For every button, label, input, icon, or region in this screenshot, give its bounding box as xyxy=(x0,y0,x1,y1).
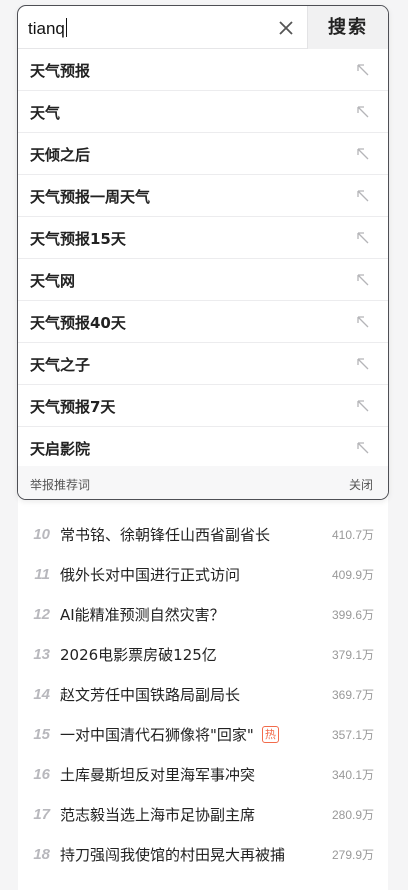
search-button[interactable]: 搜索 xyxy=(307,6,388,49)
search-query: tianq xyxy=(28,19,65,38)
hot-count: 410.7万 xyxy=(331,527,374,542)
hot-count: 280.9万 xyxy=(331,807,374,822)
hot-count: 369.7万 xyxy=(331,687,374,702)
fill-query-arrow-icon[interactable] xyxy=(356,231,370,245)
fill-query-arrow-icon[interactable] xyxy=(356,63,370,77)
fill-query-arrow-icon[interactable] xyxy=(356,357,370,371)
hot-count: 379.1万 xyxy=(331,647,374,662)
hot-list-item[interactable]: 16 土库曼斯坦反对里海军事冲突 340.1万 xyxy=(18,754,388,794)
suggestion-text: 天气网 xyxy=(30,272,76,290)
hot-list-item[interactable]: 12 AI能精准预测自然灾害？ 399.6万 xyxy=(18,594,388,634)
search-bar: tianq 搜索 xyxy=(18,6,388,49)
suggestion-item[interactable]: 天倾之后 xyxy=(18,133,388,175)
hot-list-item[interactable]: 13 2026电影票房破125亿 379.1万 xyxy=(18,634,388,674)
suggestion-item[interactable]: 天启影院 xyxy=(18,427,388,469)
hot-list-item[interactable]: 15 一对中国清代石狮像将"回家" 热 357.1万 xyxy=(18,714,388,754)
hot-rank: 11 xyxy=(34,565,50,583)
hot-title[interactable]: 常书铭、徐朝锋任山西省副省长 xyxy=(60,524,270,545)
hot-title[interactable]: 2026电影票房破125亿 xyxy=(60,644,217,665)
hot-rank: 13 xyxy=(33,645,50,663)
hot-list-item[interactable]: 14 赵文芳任中国铁路局副局长 369.7万 xyxy=(18,674,388,714)
hot-title[interactable]: AI能精准预测自然灾害？ xyxy=(60,604,225,625)
hot-list-item[interactable]: 11 俄外长对中国进行正式访问 409.9万 xyxy=(18,554,388,594)
suggestion-text: 天启影院 xyxy=(30,440,91,458)
suggestion-item[interactable]: 天气预报40天 xyxy=(18,301,388,343)
dropdown-footer: 举报推荐词 关闭 xyxy=(18,466,388,499)
hot-rank: 18 xyxy=(33,845,50,863)
hot-title[interactable]: 一对中国清代石狮像将"回家" xyxy=(60,724,254,745)
suggestion-item[interactable]: 天气预报 xyxy=(18,49,388,91)
hot-rank: 17 xyxy=(33,805,50,823)
hot-list-item[interactable]: 18 持刀强闯我使馆的村田晃大再被捕 279.9万 xyxy=(18,834,388,874)
clear-icon[interactable] xyxy=(275,17,297,39)
hot-rank: 12 xyxy=(33,605,50,623)
hot-rank: 15 xyxy=(33,725,50,743)
suggestion-item[interactable]: 天气之子 xyxy=(18,343,388,385)
fill-query-arrow-icon[interactable] xyxy=(356,147,370,161)
hot-list-item[interactable]: 10 常书铭、徐朝锋任山西省副省长 410.7万 xyxy=(18,514,388,554)
hot-search-list: 9 10 常书铭、徐朝锋任山西省副省长 410.7万 11 俄外长对中国进行正式… xyxy=(18,470,388,890)
suggestion-item[interactable]: 天气预报一周天气 xyxy=(18,175,388,217)
fill-query-arrow-icon[interactable] xyxy=(356,399,370,413)
search-suggestion-dropdown: tianq 搜索 天气预报 天气 天倾之后 天气预报一周天气 天气预报15天 天… xyxy=(17,5,389,500)
suggestion-text: 天气之子 xyxy=(30,356,91,374)
hot-count: 399.6万 xyxy=(331,607,374,622)
suggestion-item[interactable]: 天气网 xyxy=(18,259,388,301)
fill-query-arrow-icon[interactable] xyxy=(356,315,370,329)
hot-badge: 热 xyxy=(261,725,279,743)
hot-title[interactable]: 赵文芳任中国铁路局副局长 xyxy=(60,684,240,705)
hot-title[interactable]: 持刀强闯我使馆的村田晃大再被捕 xyxy=(60,844,285,865)
hot-count: 409.9万 xyxy=(331,567,374,582)
close-dropdown-link[interactable]: 关闭 xyxy=(349,476,373,493)
suggestion-item[interactable]: 天气预报7天 xyxy=(18,385,388,427)
fill-query-arrow-icon[interactable] xyxy=(356,105,370,119)
hot-count: 357.1万 xyxy=(331,727,374,742)
suggestion-item[interactable]: 天气 xyxy=(18,91,388,133)
fill-query-arrow-icon[interactable] xyxy=(356,189,370,203)
hot-title[interactable]: 土库曼斯坦反对里海军事冲突 xyxy=(60,764,255,785)
hot-list-item[interactable]: 17 范志毅当选上海市足协副主席 280.9万 xyxy=(18,794,388,834)
search-input[interactable]: tianq xyxy=(28,18,67,39)
hot-title[interactable]: 范志毅当选上海市足协副主席 xyxy=(60,804,255,825)
fill-query-arrow-icon[interactable] xyxy=(356,441,370,455)
suggestion-text: 天气预报 xyxy=(30,62,91,80)
suggestion-item[interactable]: 天气预报15天 xyxy=(18,217,388,259)
suggestion-text: 天气预报7天 xyxy=(30,398,116,416)
hot-rank: 14 xyxy=(33,685,50,703)
suggestion-text: 天倾之后 xyxy=(30,146,91,164)
fill-query-arrow-icon[interactable] xyxy=(356,273,370,287)
hot-rank: 16 xyxy=(33,765,50,783)
suggestion-text: 天气预报40天 xyxy=(30,314,126,332)
suggestion-text: 天气预报一周天气 xyxy=(30,188,151,206)
report-suggestions-link[interactable]: 举报推荐词 xyxy=(30,476,90,493)
hot-rank: 10 xyxy=(33,525,50,543)
text-caret xyxy=(65,18,67,37)
hot-title[interactable]: 俄外长对中国进行正式访问 xyxy=(60,564,240,585)
hot-count: 279.9万 xyxy=(331,847,374,862)
hot-count: 340.1万 xyxy=(331,767,374,782)
suggestion-text: 天气预报15天 xyxy=(30,230,126,248)
suggestion-text: 天气 xyxy=(30,104,61,122)
